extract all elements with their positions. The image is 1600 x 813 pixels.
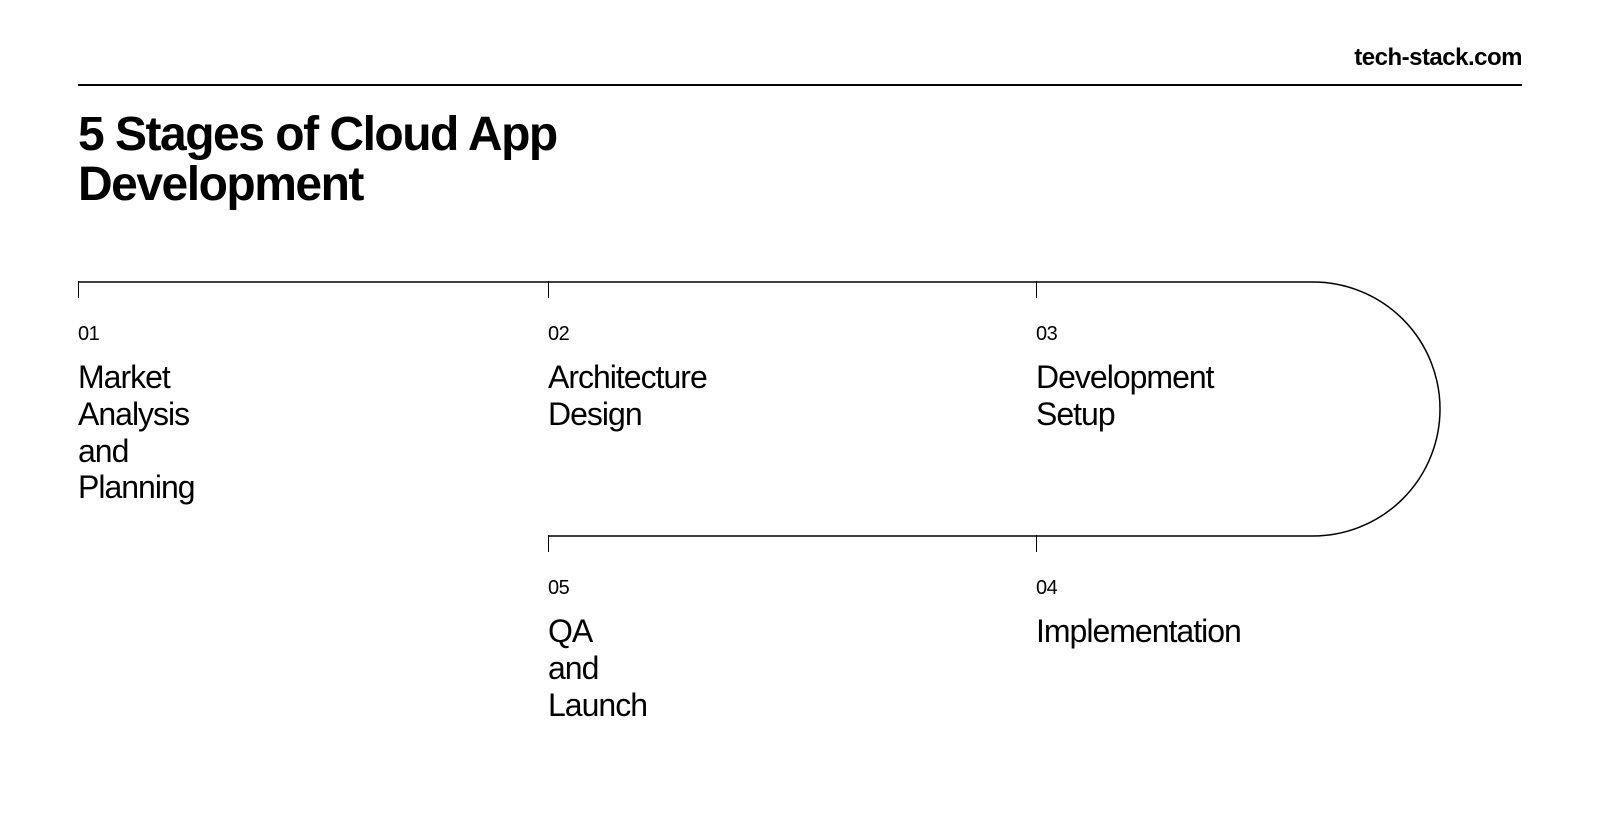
page: tech-stack.com 5 Stages of Cloud App Dev… bbox=[0, 0, 1600, 813]
stage-label: Market Analysis and Planning bbox=[78, 359, 195, 506]
diagram-title: 5 Stages of Cloud App Development bbox=[78, 110, 557, 211]
stage-label: Implementation bbox=[1036, 613, 1241, 650]
stage-tick-icon bbox=[548, 535, 549, 552]
flow-path-icon bbox=[78, 281, 1522, 571]
stage-number: 04 bbox=[1036, 577, 1057, 600]
stage-tick-icon bbox=[1036, 281, 1037, 298]
brand-text: tech-stack.com bbox=[1354, 44, 1522, 72]
stage-label: Development Setup bbox=[1036, 359, 1214, 433]
stage-tick-icon bbox=[548, 281, 549, 298]
header-divider bbox=[78, 84, 1522, 86]
stage-number: 01 bbox=[78, 323, 99, 346]
stage-number: 02 bbox=[548, 323, 569, 346]
stage-number: 03 bbox=[1036, 323, 1057, 346]
stage-tick-icon bbox=[78, 281, 79, 298]
process-diagram: 01 Market Analysis and Planning 02 Archi… bbox=[78, 281, 1522, 741]
stage-number: 05 bbox=[548, 577, 569, 600]
stage-tick-icon bbox=[1036, 535, 1037, 552]
stage-label: Architecture Design bbox=[548, 359, 707, 433]
stage-label: QA and Launch bbox=[548, 613, 647, 723]
